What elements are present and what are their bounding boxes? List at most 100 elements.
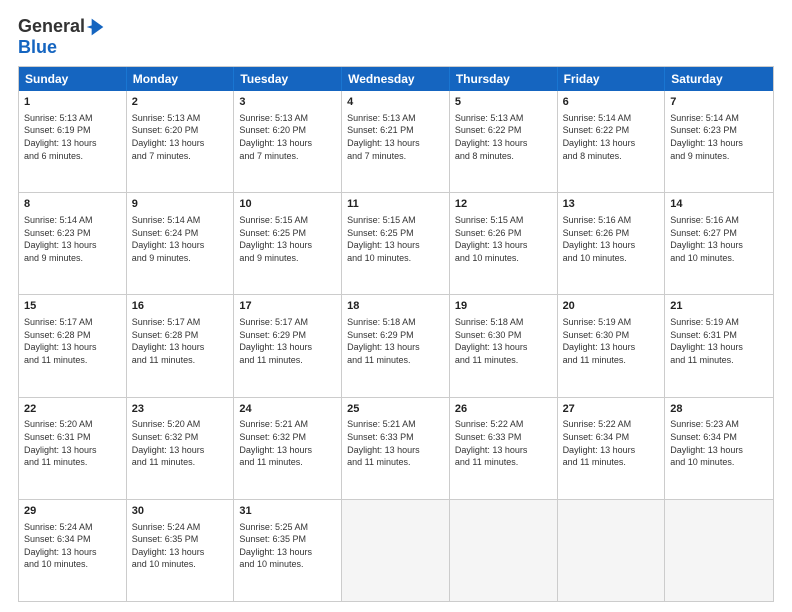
cell-line: Sunrise: 5:14 AM (132, 214, 229, 227)
cell-line: Sunset: 6:23 PM (670, 124, 768, 137)
day-number: 26 (455, 402, 552, 417)
logo-bird-icon (85, 17, 105, 37)
cell-line: and 7 minutes. (132, 150, 229, 163)
calendar-cell (450, 500, 558, 601)
cell-line: Daylight: 13 hours (239, 444, 336, 457)
logo: GeneralBlue (18, 16, 105, 58)
calendar-cell: 9Sunrise: 5:14 AMSunset: 6:24 PMDaylight… (127, 193, 235, 294)
cell-line: Sunset: 6:21 PM (347, 124, 444, 137)
cell-line: Sunset: 6:35 PM (132, 533, 229, 546)
calendar-cell: 29Sunrise: 5:24 AMSunset: 6:34 PMDayligh… (19, 500, 127, 601)
calendar-cell: 31Sunrise: 5:25 AMSunset: 6:35 PMDayligh… (234, 500, 342, 601)
cell-line: Sunrise: 5:21 AM (347, 418, 444, 431)
cell-line: Sunrise: 5:13 AM (347, 112, 444, 125)
cell-line: and 11 minutes. (455, 456, 552, 469)
day-number: 27 (563, 402, 660, 417)
cell-line: and 6 minutes. (24, 150, 121, 163)
day-number: 4 (347, 95, 444, 110)
cell-line: Daylight: 13 hours (239, 137, 336, 150)
day-number: 5 (455, 95, 552, 110)
day-number: 12 (455, 197, 552, 212)
cell-line: Sunset: 6:29 PM (347, 329, 444, 342)
cell-line: Sunrise: 5:14 AM (670, 112, 768, 125)
calendar-cell: 11Sunrise: 5:15 AMSunset: 6:25 PMDayligh… (342, 193, 450, 294)
day-number: 6 (563, 95, 660, 110)
cell-line: Sunset: 6:31 PM (24, 431, 121, 444)
calendar-cell: 16Sunrise: 5:17 AMSunset: 6:28 PMDayligh… (127, 295, 235, 396)
cell-line: Daylight: 13 hours (455, 239, 552, 252)
day-number: 11 (347, 197, 444, 212)
cell-line: Sunrise: 5:13 AM (455, 112, 552, 125)
cell-line: Sunrise: 5:19 AM (670, 316, 768, 329)
cell-line: Sunrise: 5:15 AM (347, 214, 444, 227)
calendar-cell: 23Sunrise: 5:20 AMSunset: 6:32 PMDayligh… (127, 398, 235, 499)
cell-line: Daylight: 13 hours (563, 341, 660, 354)
calendar-cell: 6Sunrise: 5:14 AMSunset: 6:22 PMDaylight… (558, 91, 666, 192)
day-number: 17 (239, 299, 336, 314)
cell-line: and 11 minutes. (670, 354, 768, 367)
cell-line: Sunset: 6:32 PM (239, 431, 336, 444)
calendar-cell: 22Sunrise: 5:20 AMSunset: 6:31 PMDayligh… (19, 398, 127, 499)
cell-line: and 7 minutes. (239, 150, 336, 163)
day-number: 14 (670, 197, 768, 212)
cell-line: Daylight: 13 hours (132, 137, 229, 150)
cell-line: Daylight: 13 hours (455, 341, 552, 354)
calendar-row: 29Sunrise: 5:24 AMSunset: 6:34 PMDayligh… (19, 500, 773, 601)
calendar-cell: 15Sunrise: 5:17 AMSunset: 6:28 PMDayligh… (19, 295, 127, 396)
calendar-cell: 30Sunrise: 5:24 AMSunset: 6:35 PMDayligh… (127, 500, 235, 601)
cell-line: and 8 minutes. (563, 150, 660, 163)
cell-line: Sunset: 6:26 PM (563, 227, 660, 240)
cell-line: Sunrise: 5:23 AM (670, 418, 768, 431)
cell-line: Daylight: 13 hours (239, 239, 336, 252)
header-cell-wednesday: Wednesday (342, 67, 450, 91)
calendar-cell: 28Sunrise: 5:23 AMSunset: 6:34 PMDayligh… (665, 398, 773, 499)
calendar-cell: 19Sunrise: 5:18 AMSunset: 6:30 PMDayligh… (450, 295, 558, 396)
cell-line: Sunset: 6:23 PM (24, 227, 121, 240)
calendar-cell (665, 500, 773, 601)
day-number: 30 (132, 504, 229, 519)
cell-line: Daylight: 13 hours (132, 239, 229, 252)
day-number: 2 (132, 95, 229, 110)
day-number: 3 (239, 95, 336, 110)
logo-blue: Blue (18, 37, 57, 58)
cell-line: Sunset: 6:35 PM (239, 533, 336, 546)
cell-line: Sunrise: 5:17 AM (24, 316, 121, 329)
cell-line: and 7 minutes. (347, 150, 444, 163)
calendar-cell: 12Sunrise: 5:15 AMSunset: 6:26 PMDayligh… (450, 193, 558, 294)
cell-line: Sunrise: 5:18 AM (347, 316, 444, 329)
cell-line: Daylight: 13 hours (24, 137, 121, 150)
cell-line: and 11 minutes. (455, 354, 552, 367)
header-cell-sunday: Sunday (19, 67, 127, 91)
cell-line: Daylight: 13 hours (239, 546, 336, 559)
cell-line: Sunset: 6:33 PM (347, 431, 444, 444)
cell-line: Sunset: 6:30 PM (563, 329, 660, 342)
cell-line: Daylight: 13 hours (670, 341, 768, 354)
day-number: 28 (670, 402, 768, 417)
cell-line: Daylight: 13 hours (24, 239, 121, 252)
calendar-cell: 18Sunrise: 5:18 AMSunset: 6:29 PMDayligh… (342, 295, 450, 396)
logo-general: General (18, 16, 85, 37)
cell-line: Sunrise: 5:13 AM (24, 112, 121, 125)
cell-line: and 8 minutes. (455, 150, 552, 163)
cell-line: Sunset: 6:31 PM (670, 329, 768, 342)
cell-line: Sunrise: 5:16 AM (563, 214, 660, 227)
cell-line: Daylight: 13 hours (239, 341, 336, 354)
cell-line: Daylight: 13 hours (132, 341, 229, 354)
cell-line: Daylight: 13 hours (132, 444, 229, 457)
cell-line: Daylight: 13 hours (347, 239, 444, 252)
cell-line: Sunset: 6:22 PM (563, 124, 660, 137)
cell-line: and 10 minutes. (563, 252, 660, 265)
cell-line: Sunrise: 5:13 AM (239, 112, 336, 125)
cell-line: and 10 minutes. (24, 558, 121, 571)
cell-line: Sunrise: 5:13 AM (132, 112, 229, 125)
day-number: 29 (24, 504, 121, 519)
cell-line: Sunset: 6:32 PM (132, 431, 229, 444)
cell-line: Sunrise: 5:15 AM (239, 214, 336, 227)
calendar-cell: 8Sunrise: 5:14 AMSunset: 6:23 PMDaylight… (19, 193, 127, 294)
cell-line: Sunset: 6:20 PM (132, 124, 229, 137)
cell-line: Daylight: 13 hours (563, 239, 660, 252)
cell-line: Daylight: 13 hours (455, 137, 552, 150)
calendar-cell (342, 500, 450, 601)
cell-line: Sunset: 6:19 PM (24, 124, 121, 137)
calendar-cell: 3Sunrise: 5:13 AMSunset: 6:20 PMDaylight… (234, 91, 342, 192)
